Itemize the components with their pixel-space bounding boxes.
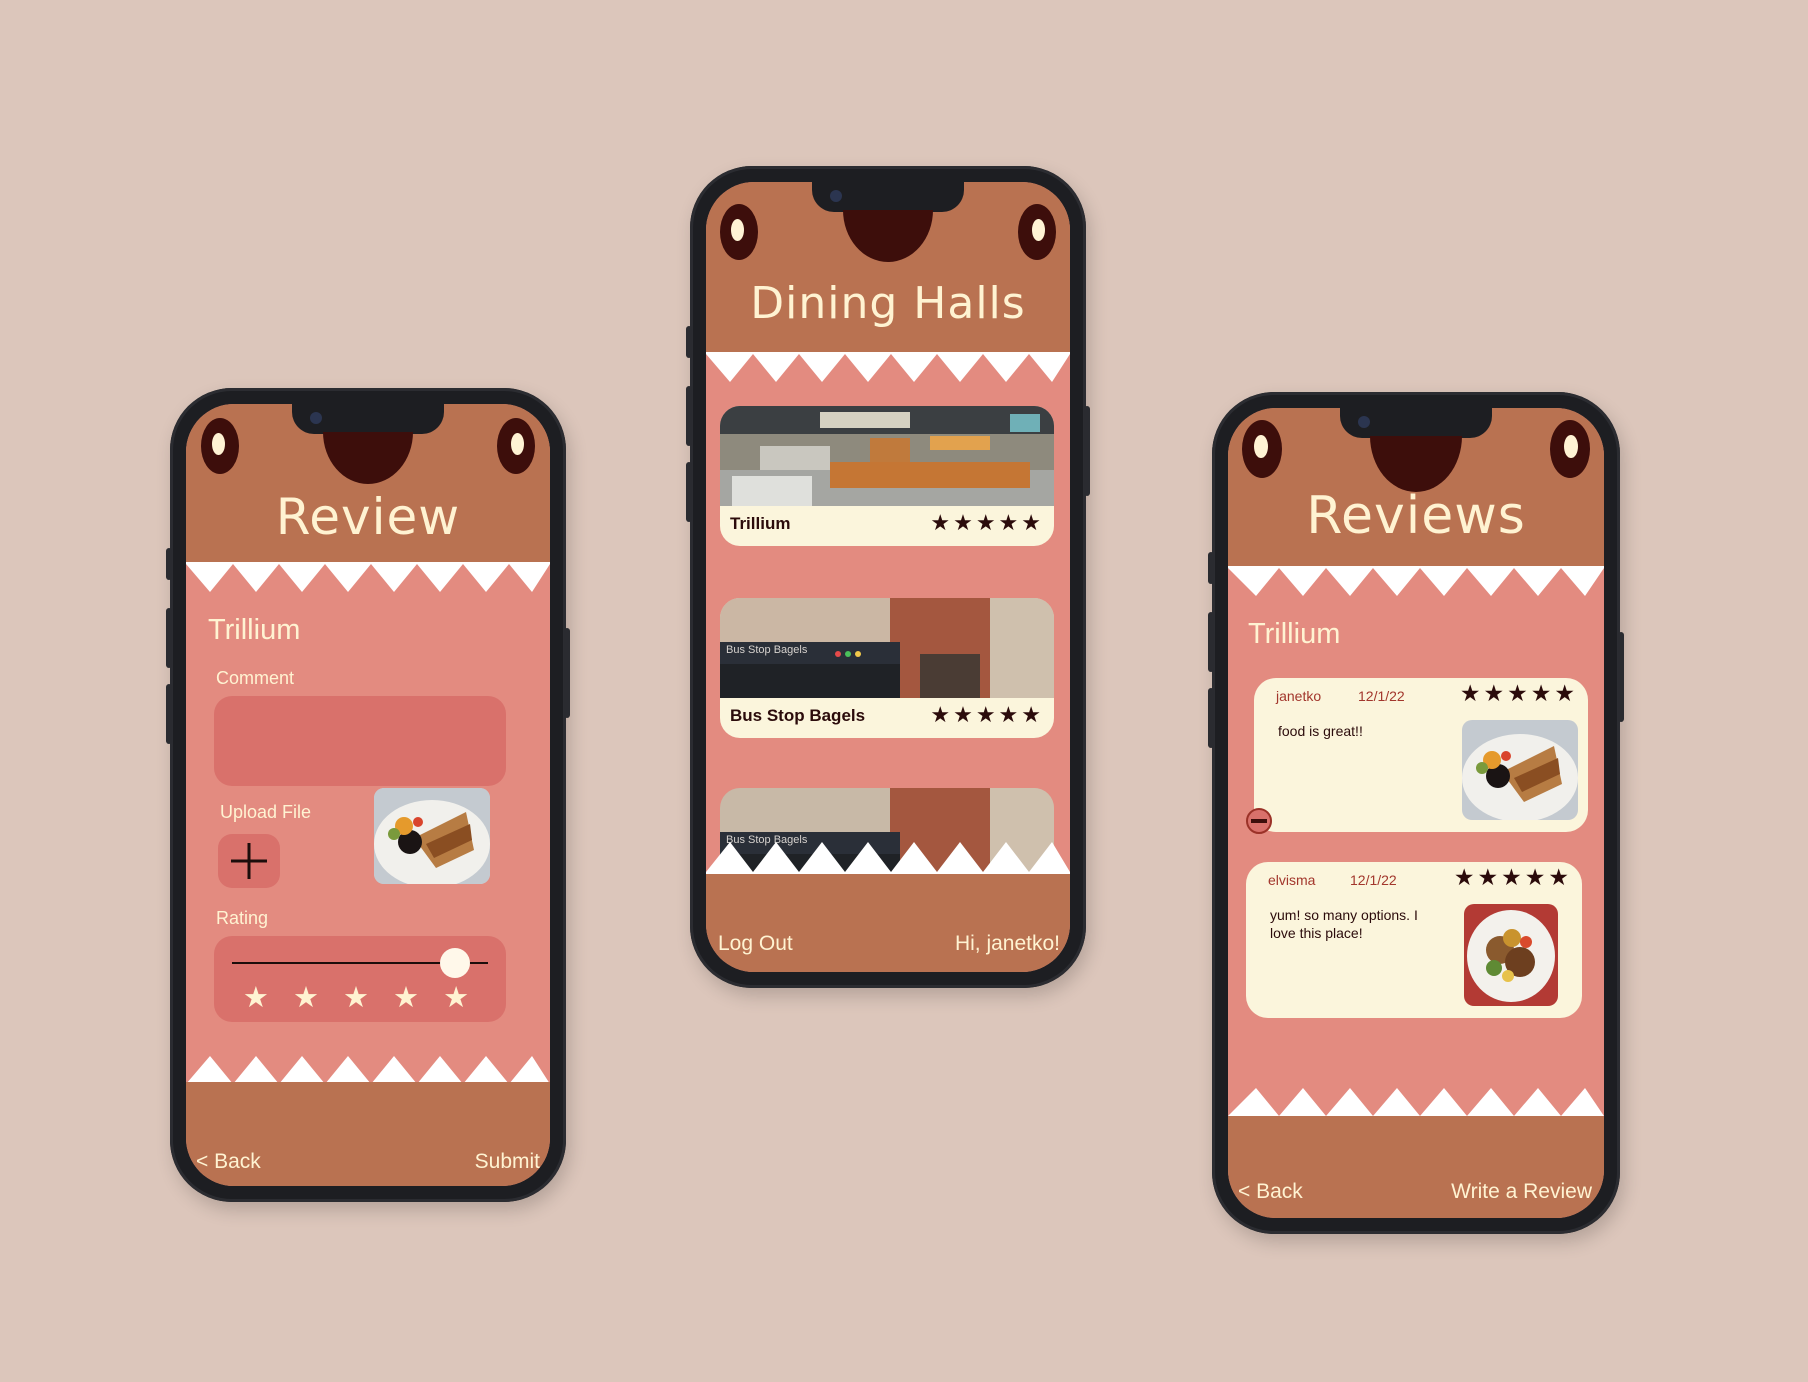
review-stars: ★★★★★ <box>1453 864 1572 890</box>
dining-header: Dining Halls <box>706 182 1070 354</box>
phone-reviews: Reviews Trillium janetko 12/1/22 ★★★★★ f… <box>1208 392 1624 1234</box>
rating-stars[interactable]: ★ ★ ★ ★ ★ <box>214 980 506 1015</box>
write-review-button[interactable]: Write a Review <box>1451 1180 1592 1204</box>
bear-eye-left <box>1242 420 1282 478</box>
store-sign: Bus Stop Bagels <box>726 644 808 656</box>
page-title: Reviews <box>1306 486 1526 546</box>
back-button[interactable]: < Back <box>1238 1180 1303 1204</box>
hall-name: Bus Stop Bagels <box>730 706 866 725</box>
review-date: 12/1/22 <box>1350 872 1397 888</box>
bear-eye-left <box>201 418 239 474</box>
bear-eye-right <box>497 418 535 474</box>
review-date: 12/1/22 <box>1358 688 1405 704</box>
bear-nose <box>1370 436 1462 492</box>
review-card: elvisma 12/1/22 ★★★★★ yum! so many optio… <box>1246 862 1582 1018</box>
uploaded-food-photo <box>374 788 490 884</box>
upload-file-label: Upload File <box>220 802 312 822</box>
bear-eye-right <box>1550 420 1590 478</box>
teeth-top <box>1228 566 1604 596</box>
review-text: yum! so many options. I love this place! <box>1270 907 1418 941</box>
hall-card-trillium[interactable]: Trillium ★★★★★ <box>720 406 1054 546</box>
teeth-top <box>706 352 1070 382</box>
hall-card-bus-stop-bagels[interactable]: Bus Stop Bagels Bus Stop Bagels ★★★★★ <box>720 598 1054 738</box>
plus-icon <box>231 843 267 879</box>
bear-eye-right <box>1018 204 1056 260</box>
review-text: food is great!! <box>1278 723 1363 739</box>
bear-nose <box>323 432 413 484</box>
review-user[interactable]: elvisma <box>1268 872 1315 888</box>
rating-label: Rating <box>216 908 269 928</box>
review-stars: ★★★★★ <box>1459 680 1578 706</box>
logout-button[interactable]: Log Out <box>718 932 793 956</box>
reviews-header: Reviews <box>1228 408 1604 568</box>
review-photo <box>1462 720 1578 820</box>
page-title: Review <box>275 488 461 546</box>
place-name: Trillium <box>1248 618 1341 650</box>
review-header: Review <box>186 404 550 564</box>
review-photo <box>1464 904 1558 1006</box>
teeth-bottom <box>706 842 1070 874</box>
hall-name: Trillium <box>730 514 791 533</box>
submit-button[interactable]: Submit <box>475 1150 540 1174</box>
bear-nose <box>843 210 933 262</box>
rating-box: ★ ★ ★ ★ ★ <box>214 936 506 1022</box>
teeth-bottom <box>1228 1088 1604 1118</box>
upload-button[interactable] <box>218 834 280 888</box>
phone-review: Review Trillium Comment Upload File Rati… <box>166 388 570 1202</box>
teeth-bottom <box>186 1056 550 1086</box>
bear-eye-left <box>720 204 758 260</box>
hall-rating-stars: ★★★★★ <box>930 702 1044 727</box>
dining-footer: Log Out Hi, janetko! <box>706 874 1070 972</box>
teeth-top <box>186 562 550 592</box>
back-button[interactable]: < Back <box>196 1150 261 1174</box>
phone-dining-halls: Dining Halls Trillium ★★★★★ Bus Stop Bag… <box>686 166 1090 988</box>
dining-screen: Dining Halls Trillium ★★★★★ Bus Stop Bag… <box>706 182 1070 972</box>
reviews-footer: < Back Write a Review <box>1228 1116 1604 1218</box>
comment-input[interactable] <box>214 696 506 786</box>
rating-slider-thumb[interactable] <box>439 948 470 978</box>
comment-label: Comment <box>216 668 295 688</box>
hall-rating-stars: ★★★★★ <box>930 510 1044 535</box>
review-user[interactable]: janetko <box>1276 688 1321 704</box>
place-name: Trillium <box>208 614 301 646</box>
minus-circle-icon[interactable] <box>1246 808 1272 834</box>
review-footer: < Back Submit <box>186 1082 550 1186</box>
review-screen: Review Trillium Comment Upload File Rati… <box>186 404 550 1186</box>
reviews-screen: Reviews Trillium janetko 12/1/22 ★★★★★ f… <box>1228 408 1604 1218</box>
page-title: Dining Halls <box>750 278 1026 329</box>
greeting-text: Hi, janetko! <box>954 932 1060 955</box>
trillium-photo <box>720 406 1054 506</box>
review-card: janetko 12/1/22 ★★★★★ food is great!! <box>1246 678 1588 834</box>
